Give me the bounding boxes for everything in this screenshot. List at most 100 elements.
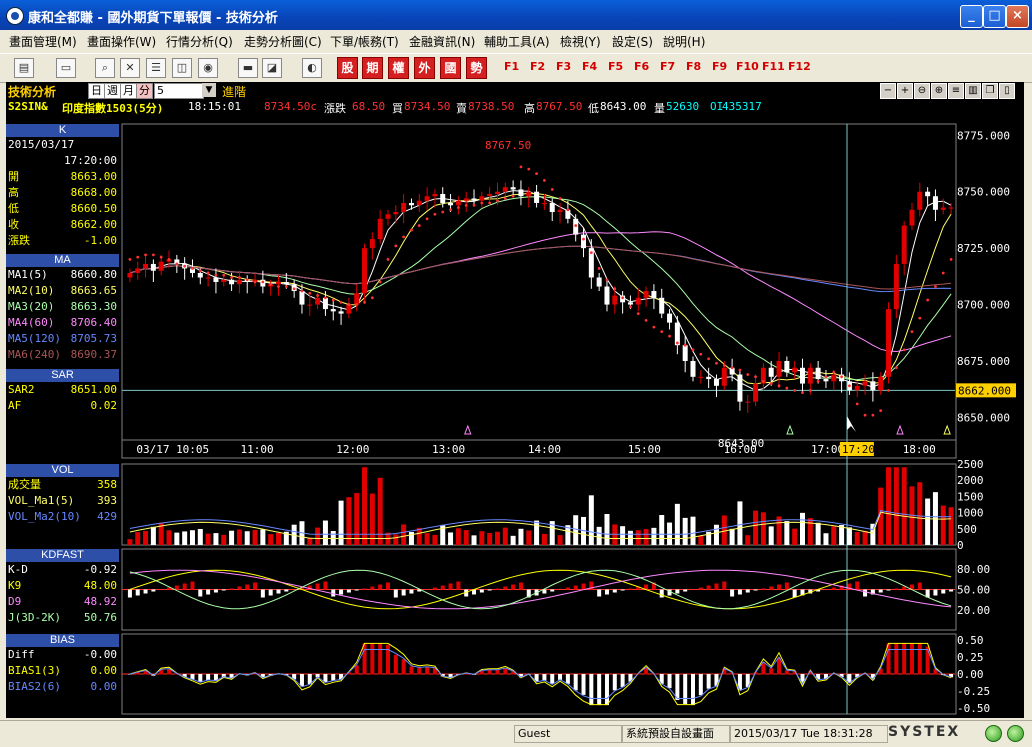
menu-financial-info[interactable]: 金融資訊(N) — [409, 33, 475, 50]
search-icon[interactable]: ⌕ — [95, 58, 115, 78]
bias-bar — [902, 643, 907, 675]
high-annotation: 8767.50 — [485, 139, 531, 152]
candle-body — [276, 282, 282, 285]
candle-body — [432, 193, 438, 197]
kd-bar — [182, 583, 187, 590]
candle-body — [854, 385, 860, 391]
volume-bar — [901, 467, 907, 545]
menu-help[interactable]: 說明(H) — [663, 33, 705, 50]
volume-bar — [839, 525, 845, 545]
volume-bar — [354, 493, 360, 545]
candle-body — [870, 381, 876, 391]
fkey-f5[interactable]: F5 — [608, 60, 623, 73]
chart-canvas[interactable]: 8775.000 8750.000 8725.000 8700.000 8675.000… — [6, 82, 1024, 718]
volume-bar — [494, 531, 500, 545]
ma-line-5 — [129, 245, 952, 293]
minimize-button[interactable]: _ — [960, 5, 983, 28]
menu-settings[interactable]: 設定(S) — [612, 33, 653, 50]
kd-bar — [127, 589, 132, 598]
sar-dot — [832, 370, 836, 374]
candle-body — [338, 311, 344, 314]
candle-body — [893, 263, 899, 310]
menu-market-analysis[interactable]: 行情分析(Q) — [166, 33, 233, 50]
futures-button[interactable]: 期 — [362, 57, 383, 79]
candle-body — [322, 297, 328, 310]
options-button[interactable]: 權 — [388, 57, 409, 79]
menu-tools[interactable]: 輔助工具(A) — [484, 33, 550, 50]
bias-bar — [667, 674, 672, 689]
signal-triangle-icon — [943, 424, 951, 435]
close-button[interactable]: × — [1006, 5, 1029, 28]
close-window-icon[interactable]: ✕ — [120, 58, 140, 78]
fkey-f1[interactable]: F1 — [504, 60, 519, 73]
volume-bar — [846, 527, 852, 545]
monitor-icon[interactable]: ▭ — [56, 58, 76, 78]
sar-dot — [519, 165, 523, 169]
sar-dot — [902, 348, 906, 352]
menu-trend-chart[interactable]: 走勢分析圖(C) — [244, 33, 322, 50]
fkey-f8[interactable]: F8 — [686, 60, 701, 73]
bias-bar — [909, 643, 914, 675]
volume-bar — [737, 501, 743, 545]
price-axis-label: 8725.000 — [957, 242, 1010, 255]
maximize-button[interactable]: □ — [983, 5, 1006, 28]
domestic-button[interactable]: 國 — [440, 57, 461, 79]
volume-bar — [690, 516, 696, 545]
menu-screen-operate[interactable]: 畫面操作(W) — [87, 33, 156, 50]
sar-dot — [402, 235, 406, 239]
kd-bar — [245, 584, 250, 590]
fkey-f2[interactable]: F2 — [530, 60, 545, 73]
app-icon[interactable] — [6, 7, 24, 25]
menu-order-account[interactable]: 下單/帳務(T) — [330, 33, 399, 50]
time-axis-label: 18:00 — [903, 443, 936, 456]
menu-bar: 畫面管理(M) 畫面操作(W) 行情分析(Q) 走勢分析圖(C) 下單/帳務(T… — [0, 30, 1032, 52]
sar-dot — [550, 188, 554, 191]
kd-bar — [213, 589, 218, 593]
kd-bar — [432, 587, 437, 590]
candle-body — [682, 345, 688, 361]
kd-bar — [393, 589, 398, 598]
kd-bar — [683, 589, 688, 592]
bias-axis-label: 0.00 — [957, 668, 984, 681]
candle-body — [815, 367, 821, 380]
volume-axis-label: 2000 — [957, 474, 984, 487]
kd-bar — [745, 589, 750, 593]
fkey-f11[interactable]: F11 — [762, 60, 785, 73]
volume-bar — [416, 527, 422, 545]
trend-button[interactable]: 勢 — [466, 57, 487, 79]
sar-dot — [660, 330, 664, 334]
menu-view[interactable]: 檢視(Y) — [560, 33, 601, 50]
split-icon[interactable]: ◫ — [172, 58, 192, 78]
card-icon[interactable]: ▬ — [238, 58, 258, 78]
list-icon[interactable]: ☰ — [146, 58, 166, 78]
chart-icon[interactable]: ◪ — [262, 58, 282, 78]
fkey-f4[interactable]: F4 — [582, 60, 597, 73]
stock-button[interactable]: 股 — [337, 57, 358, 79]
brand-logo-icon[interactable]: ◐ — [302, 58, 322, 78]
globe-icon[interactable]: ◉ — [198, 58, 218, 78]
kd-axis-label: 20.00 — [957, 604, 990, 617]
sar-dot — [574, 224, 578, 227]
volume-bar — [471, 535, 477, 545]
fkey-f9[interactable]: F9 — [712, 60, 727, 73]
fkey-f7[interactable]: F7 — [660, 60, 675, 73]
kd-bar — [409, 589, 414, 594]
layout-icon[interactable]: ▤ — [14, 58, 34, 78]
sar-dot — [308, 291, 312, 295]
candle-body — [440, 193, 446, 203]
fkey-f10[interactable]: F10 — [736, 60, 759, 73]
sar-dot — [761, 379, 765, 383]
foreign-button[interactable]: 外 — [414, 57, 435, 79]
volume-bar — [784, 521, 790, 545]
fkey-f6[interactable]: F6 — [634, 60, 649, 73]
time-axis-label: 17:20 — [842, 443, 875, 456]
kd-bar — [440, 585, 445, 590]
bias-bar — [917, 643, 922, 675]
menu-screen-manage[interactable]: 畫面管理(M) — [9, 33, 77, 50]
volume-bar — [604, 513, 610, 545]
fkey-f3[interactable]: F3 — [556, 60, 571, 73]
fkey-f12[interactable]: F12 — [788, 60, 811, 73]
sar-dot — [621, 296, 625, 300]
candle-body — [596, 277, 602, 287]
volume-bar — [432, 534, 438, 545]
